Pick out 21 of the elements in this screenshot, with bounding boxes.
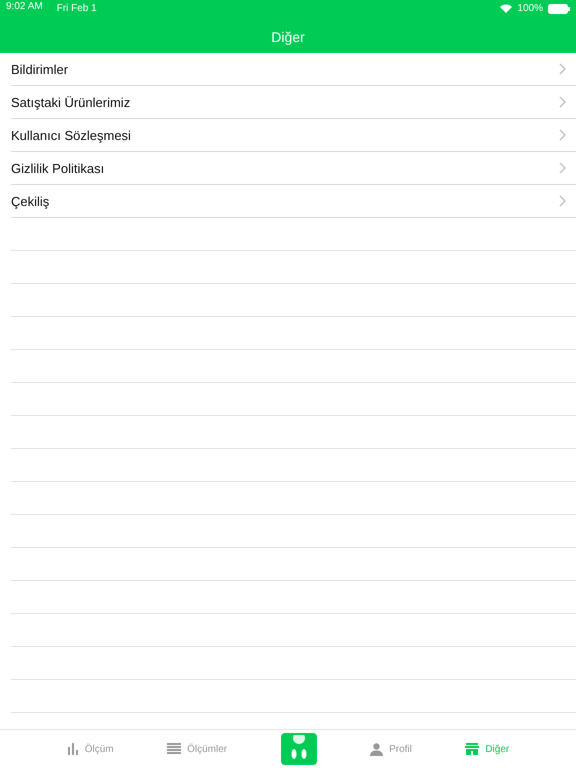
list-icon: [167, 743, 182, 755]
chevron-icon: [559, 162, 566, 174]
status-time: 9:02 AM: [6, 1, 43, 12]
nav-title: Diğer: [271, 28, 305, 44]
battery-percent: 100%: [517, 3, 543, 14]
chevron-icon: [559, 96, 566, 108]
chevron-icon: [559, 63, 566, 75]
menu-item[interactable]: Satıştaki Ürünlerimiz: [11, 86, 576, 119]
person-icon: [370, 742, 384, 756]
status-date: Fri Feb 1: [56, 3, 97, 14]
chevron-icon: [559, 195, 566, 207]
app-logo-tab[interactable]: [280, 733, 317, 765]
menu-item[interactable]: Kullanıcı Sözleşmesi: [11, 119, 576, 152]
battery-icon: [548, 4, 570, 14]
store-icon: [465, 743, 480, 755]
bar-chart-icon: [66, 743, 79, 755]
wifi-icon: [500, 4, 512, 13]
menu-item[interactable]: Bildirimler: [11, 53, 576, 86]
chevron-icon: [559, 129, 566, 141]
menu-item[interactable]: Gizlilik Politikası: [11, 152, 576, 185]
menu-item[interactable]: Çekiliş: [11, 185, 576, 218]
